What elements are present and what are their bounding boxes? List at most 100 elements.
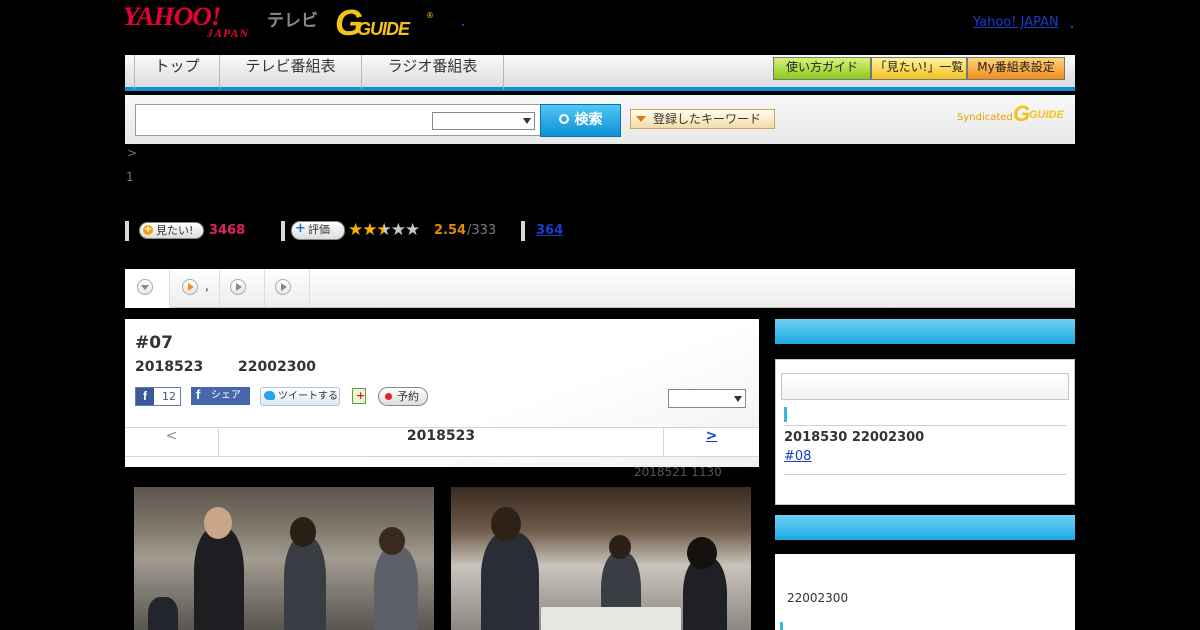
schedule-box: 22002300 <box>775 554 1075 630</box>
star-icon: ★ <box>348 220 363 240</box>
episode-pager: < 2018523 > <box>125 427 759 457</box>
next-broadcast-box: 2018530 22002300 #08 <box>775 359 1075 505</box>
reserve-label: 予約 <box>397 390 419 403</box>
star-icon: ★ <box>390 220 406 240</box>
stat-divider <box>125 221 129 241</box>
next-broadcast-datetime: 2018530 22002300 <box>784 430 925 445</box>
photo-figure <box>290 517 316 547</box>
rating-stars: ★★★★★ <box>348 220 420 240</box>
program-photo[interactable] <box>134 487 434 630</box>
photo-figure <box>284 537 326 630</box>
breadcrumb-page-number: 1 <box>126 170 134 184</box>
broadcast-date: 2018523 <box>135 359 204 375</box>
yahoo-logo-sub: JAPAN <box>207 26 250 40</box>
sidebar-header <box>775 515 1075 540</box>
tab-fourth[interactable] <box>265 269 310 307</box>
plus-icon: + <box>295 221 306 236</box>
syndicated-g-mark: G <box>1013 101 1031 126</box>
search-icon <box>558 114 569 124</box>
photo-figure <box>609 535 631 559</box>
want-to-watch-button[interactable]: + 見たい! <box>139 222 204 239</box>
photo-figure <box>687 537 717 569</box>
episode-title: #07 <box>135 333 173 353</box>
sidebar-header <box>775 319 1075 344</box>
rate-label: 評価 <box>308 223 330 236</box>
rating-value: 2.54 <box>434 223 467 238</box>
chevron-down-icon <box>523 118 531 124</box>
next-episode-link[interactable]: > <box>663 428 759 456</box>
stat-divider <box>521 221 525 241</box>
syndicated-logo: GUIDE <box>1029 109 1064 121</box>
photo-figure <box>491 507 521 541</box>
episode-select[interactable] <box>668 389 746 408</box>
tab-second-label: , <box>205 279 209 293</box>
record-dot-icon <box>385 393 392 400</box>
previous-episode-button[interactable]: < <box>125 428 219 456</box>
rating-count: /333 <box>467 223 497 238</box>
photo-figure <box>148 597 178 630</box>
search-category-select[interactable] <box>432 112 535 130</box>
next-episode-link[interactable]: #08 <box>784 449 811 464</box>
search-bar: 検索 登録したキーワード Syndicated G GUIDE <box>125 95 1075 144</box>
play-icon <box>182 279 198 295</box>
want-count: 3468 <box>209 223 246 238</box>
my-schedule-settings-button[interactable]: My番組表設定 <box>967 57 1065 80</box>
sidebar-field[interactable] <box>781 373 1069 400</box>
play-icon <box>230 279 246 295</box>
star-icon: ★ <box>405 220 420 240</box>
reserve-button[interactable]: 予約 <box>378 387 428 406</box>
photo-desk <box>541 607 681 630</box>
nav-tab-tv-schedule[interactable]: テレビ番組表 <box>220 55 362 89</box>
wishlist-button[interactable]: 「見たい!」一覧 <box>871 57 967 80</box>
registered-mark: ® <box>426 11 434 20</box>
updated-timestamp: 2018521 1130 <box>634 465 722 479</box>
registered-keywords-label: 登録したキーワード <box>653 112 762 126</box>
facebook-share-label: シェア <box>211 390 241 401</box>
star-icon: ★ <box>362 220 377 240</box>
yahoo-logo[interactable]: YAHOO! JAPAN <box>123 4 248 41</box>
page: YAHOO! JAPAN テレビ G GUIDE ® Yahoo! JAPAN … <box>0 0 1200 630</box>
facebook-like-button[interactable]: f 12 <box>135 387 181 406</box>
section-marker <box>780 622 783 630</box>
chevron-down-icon <box>137 279 153 295</box>
search-button-label: 検索 <box>574 112 603 128</box>
nav-tab-radio-schedule[interactable]: ラジオ番組表 <box>362 55 504 89</box>
tv-label: テレビ <box>267 11 318 31</box>
facebook-icon: f <box>136 388 154 405</box>
play-icon <box>275 279 291 295</box>
current-episode-date: 2018523 <box>406 428 476 444</box>
program-photo[interactable] <box>451 487 751 630</box>
breadcrumb: > <box>127 146 138 160</box>
facebook-share-button[interactable]: f シェア <box>191 387 250 405</box>
rate-button[interactable]: + 評価 <box>291 221 345 240</box>
photo-figure <box>204 507 232 539</box>
stat-divider <box>281 221 285 241</box>
registered-keywords-button[interactable]: 登録したキーワード <box>630 109 775 129</box>
header-dot <box>1071 26 1073 28</box>
photo-figure <box>374 547 418 630</box>
tweet-button[interactable]: ツイートする <box>260 387 340 406</box>
tab-second[interactable]: , <box>170 269 220 307</box>
reviews-link[interactable]: 364 <box>536 223 563 238</box>
search-button[interactable]: 検索 <box>540 104 621 137</box>
nav-tab-top[interactable]: トップ <box>134 55 220 89</box>
gguide-logo[interactable]: G GUIDE ® <box>335 5 435 41</box>
program-tabs: , <box>125 269 1075 308</box>
yahoo-japan-link[interactable]: Yahoo! JAPAN <box>973 15 1059 30</box>
program-info-panel: #07 2018523 22002300 f 12 f シェア ツイートする +… <box>125 319 759 467</box>
facebook-icon: f <box>196 387 201 402</box>
header-dot <box>462 24 464 26</box>
add-calendar-icon[interactable]: + <box>352 388 366 404</box>
schedule-time: 22002300 <box>787 591 849 605</box>
tab-overview[interactable] <box>125 269 170 308</box>
site-header: YAHOO! JAPAN テレビ G GUIDE ® Yahoo! JAPAN <box>123 0 1075 50</box>
triangle-down-icon <box>636 116 646 122</box>
facebook-like-count: 12 <box>162 390 176 403</box>
divider <box>784 474 1066 475</box>
tab-third[interactable] <box>220 269 265 307</box>
usage-guide-button[interactable]: 使い方ガイド <box>773 57 871 80</box>
section-marker <box>784 407 787 422</box>
main-nav: トップ テレビ番組表 ラジオ番組表 使い方ガイド 「見たい!」一覧 My番組表設… <box>125 55 1075 91</box>
syndicated-label: Syndicated <box>957 112 1013 123</box>
star-half-icon: ★ <box>376 220 392 240</box>
